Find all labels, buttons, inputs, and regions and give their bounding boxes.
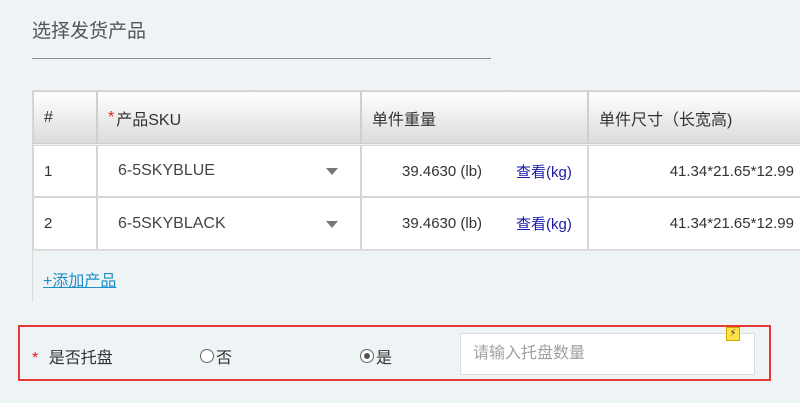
- header-sku: * 产品SKU: [97, 91, 361, 144]
- row-index: 2: [44, 215, 53, 232]
- chevron-down-icon: [326, 168, 338, 175]
- row-weight-cell: 39.4630 (lb) 查看(kg): [361, 145, 588, 197]
- product-panel: # * 产品SKU 单件重量 单件尺寸（长宽高) 1 6-5SKYBLUE 39…: [32, 90, 800, 302]
- radio-no[interactable]: [200, 349, 214, 363]
- header-sku-label: 产品SKU: [116, 111, 182, 129]
- row-index-cell: 2: [33, 197, 97, 250]
- size-value: 41.34*21.65*12.99: [669, 215, 794, 232]
- sku-select-value: 6-5SKYBLUE: [118, 162, 215, 179]
- pallet-label: * 是否托盘: [32, 344, 113, 368]
- lightning-icon: ⚡: [726, 327, 740, 341]
- weight-value: 39.4630 (lb): [402, 215, 483, 232]
- radio-no-label: 否: [216, 350, 233, 367]
- title-divider: [32, 58, 491, 59]
- row-sku-cell: 6-5SKYBLUE: [97, 145, 361, 197]
- add-product-row: +添加产品: [33, 250, 800, 302]
- header-index-label: #: [44, 108, 53, 126]
- pallet-option-yes[interactable]: 是: [360, 344, 392, 368]
- row-weight-cell: 39.4630 (lb) 查看(kg): [361, 197, 588, 250]
- view-kg-link[interactable]: 查看(kg): [516, 161, 572, 182]
- header-weight: 单件重量: [361, 91, 588, 144]
- sku-select-value: 6-5SKYBLACK: [118, 214, 226, 232]
- header-size: 单件尺寸（长宽高): [588, 91, 800, 144]
- header-weight-label: 单件重量: [372, 111, 437, 129]
- header-index: #: [33, 91, 97, 144]
- weight-value: 39.4630 (lb): [402, 162, 483, 180]
- radio-yes[interactable]: [360, 349, 374, 363]
- sku-select[interactable]: 6-5SKYBLACK: [98, 198, 360, 249]
- pallet-required-star: *: [32, 350, 39, 367]
- pallet-option-box: * 是否托盘 否 是 ⚡: [18, 325, 771, 381]
- radio-yes-label: 是: [376, 350, 393, 367]
- pallet-quantity-input[interactable]: [460, 333, 755, 375]
- row-index-cell: 1: [33, 145, 97, 197]
- row-sku-cell: 6-5SKYBLACK: [97, 197, 361, 250]
- sku-select[interactable]: 6-5SKYBLUE: [98, 146, 360, 196]
- section-title: 选择发货产品: [32, 21, 147, 42]
- size-value: 41.34*21.65*12.99: [669, 162, 794, 180]
- row-size-cell: 41.34*21.65*12.99: [588, 197, 800, 250]
- row-index: 1: [44, 162, 53, 180]
- pallet-label-text: 是否托盘: [48, 350, 113, 367]
- header-size-label: 单件尺寸（长宽高): [599, 111, 733, 129]
- chevron-down-icon: [326, 220, 338, 228]
- view-kg-link[interactable]: 查看(kg): [516, 213, 572, 234]
- pallet-option-no[interactable]: 否: [200, 344, 232, 368]
- add-product-link[interactable]: +添加产品: [43, 267, 116, 291]
- row-size-cell: 41.34*21.65*12.99: [588, 145, 800, 197]
- header-sku-required-star: *: [108, 108, 115, 126]
